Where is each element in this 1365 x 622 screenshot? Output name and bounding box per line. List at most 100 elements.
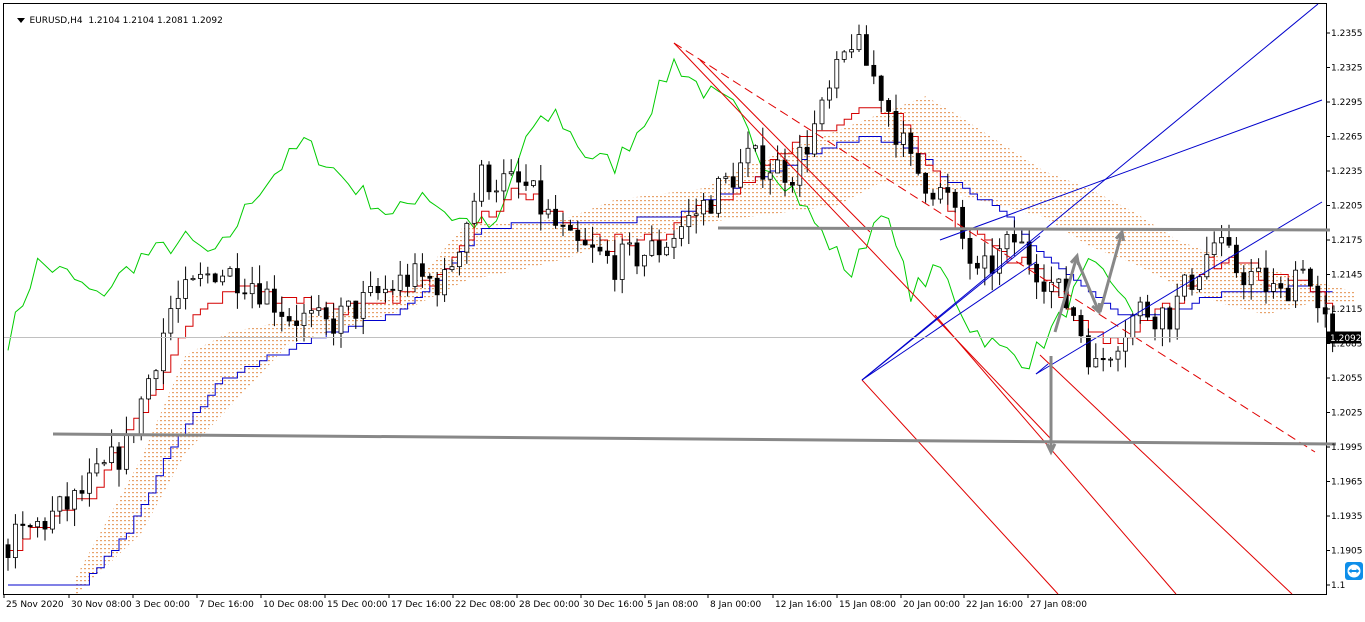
- candle-body: [864, 34, 869, 66]
- teamviewer-icon[interactable]: [1345, 562, 1363, 580]
- candle-body: [545, 208, 551, 215]
- candle-body: [1248, 271, 1254, 286]
- symbol-label: EURUSD,H4: [29, 16, 83, 26]
- x-tick-label: 27 Jan 08:00: [1030, 600, 1087, 610]
- candle-body: [797, 146, 803, 186]
- candle-body: [1137, 301, 1143, 317]
- candle-body: [1019, 241, 1025, 244]
- x-tick-label: 15 Jan 08:00: [839, 600, 896, 610]
- candle-body: [952, 191, 958, 208]
- candle-body: [79, 490, 85, 494]
- candle-body: [975, 262, 980, 269]
- candle-body: [138, 398, 144, 435]
- candle-body: [1100, 358, 1106, 361]
- y-tick-label: 1.1: [1331, 581, 1345, 591]
- candle-body: [523, 181, 529, 186]
- candle-body: [405, 274, 411, 287]
- candle-body: [804, 146, 810, 155]
- candle-body: [1071, 307, 1076, 316]
- x-tick-label: 30 Dec 16:00: [583, 600, 644, 610]
- candle-body: [168, 308, 174, 334]
- candle-body: [20, 523, 26, 526]
- y-tick-label: 1.2205: [1331, 202, 1363, 212]
- candle-body: [597, 246, 603, 252]
- candle-body: [464, 222, 470, 253]
- candle-body: [442, 269, 448, 296]
- candle-body: [175, 297, 181, 310]
- candle-body: [294, 320, 300, 326]
- eurusd-h4-chart[interactable]: 1.2355 1.2325 1.2295 1.2265 1.2235 1.2205 1.21…: [0, 0, 1365, 618]
- candle-body: [1093, 358, 1099, 368]
- x-tick-label: 17 Dec 16:00: [391, 600, 452, 610]
- x-tick-label: 10 Dec 08:00: [263, 600, 324, 610]
- resistance-level: [717, 226, 1331, 232]
- candle-body: [1078, 315, 1084, 337]
- candle-body: [264, 288, 270, 305]
- candle-body: [878, 75, 884, 101]
- candle-body: [1086, 335, 1091, 368]
- candle-body: [612, 255, 618, 280]
- candle-body: [693, 213, 699, 216]
- y-tick-label: 1.2235: [1331, 167, 1363, 177]
- candle-body: [101, 462, 107, 465]
- candle-body: [1041, 281, 1047, 292]
- candle-body: [197, 273, 203, 279]
- y-tick-label: 1.2295: [1331, 98, 1363, 108]
- candle-body: [856, 34, 862, 51]
- candle-body: [812, 123, 817, 155]
- candle-body: [708, 199, 714, 214]
- candle-body: [316, 307, 322, 312]
- x-tick-label: 28 Dec 00:00: [519, 600, 580, 610]
- candle-body: [183, 279, 189, 299]
- candle-body: [205, 273, 211, 276]
- candle-body: [360, 292, 366, 319]
- x-tick-label: 15 Dec 00:00: [327, 600, 388, 610]
- candle-body: [575, 229, 581, 241]
- current-price-label: 1.2092: [1330, 334, 1362, 344]
- candle-body: [790, 181, 795, 186]
- candle-body: [345, 300, 351, 307]
- candle-body: [57, 496, 63, 512]
- candle-body: [960, 206, 965, 239]
- candle-body: [323, 307, 329, 320]
- candle-body: [508, 171, 514, 175]
- candle-body: [627, 242, 632, 245]
- candle-body: [1315, 285, 1321, 309]
- candle-body: [1211, 242, 1217, 256]
- candle-body: [212, 273, 218, 283]
- candle-body: [72, 490, 77, 510]
- candle-body: [841, 51, 847, 60]
- candle-body: [730, 176, 736, 188]
- candle-body: [915, 153, 921, 174]
- candle-body: [849, 49, 854, 53]
- candle-body: [160, 332, 166, 372]
- chart-area[interactable]: 1.2355 1.2325 1.2295 1.2265 1.2235 1.2205 1.21…: [0, 0, 1365, 618]
- candle-body: [94, 463, 100, 474]
- candle-body: [605, 250, 610, 257]
- x-tick-label: 22 Jan 16:00: [966, 600, 1023, 610]
- y-tick-label: 1.1995: [1331, 443, 1363, 453]
- candle-body: [686, 215, 692, 228]
- candle-body: [582, 240, 588, 246]
- candle-body: [375, 286, 381, 294]
- candle-body: [493, 190, 499, 193]
- candle-body: [701, 199, 706, 215]
- candle-body: [390, 288, 396, 291]
- triangle-down-icon[interactable]: [17, 18, 26, 23]
- x-tick-label: 30 Nov 08:00: [71, 600, 132, 610]
- candle-body: [50, 510, 55, 530]
- candle-body: [301, 312, 307, 326]
- candle-body: [886, 100, 891, 112]
- candle-body: [338, 305, 344, 334]
- x-tick-label: 5 Jan 08:00: [647, 600, 699, 610]
- candle-body: [486, 164, 492, 193]
- candle-body: [501, 173, 507, 192]
- candle-body: [908, 132, 914, 154]
- candle-body: [738, 162, 743, 188]
- candle-body: [560, 224, 566, 227]
- candle: [479, 159, 485, 207]
- candle-body: [1012, 234, 1017, 243]
- candle-body: [42, 521, 48, 530]
- candle-body: [745, 147, 751, 164]
- candle-body: [634, 242, 640, 267]
